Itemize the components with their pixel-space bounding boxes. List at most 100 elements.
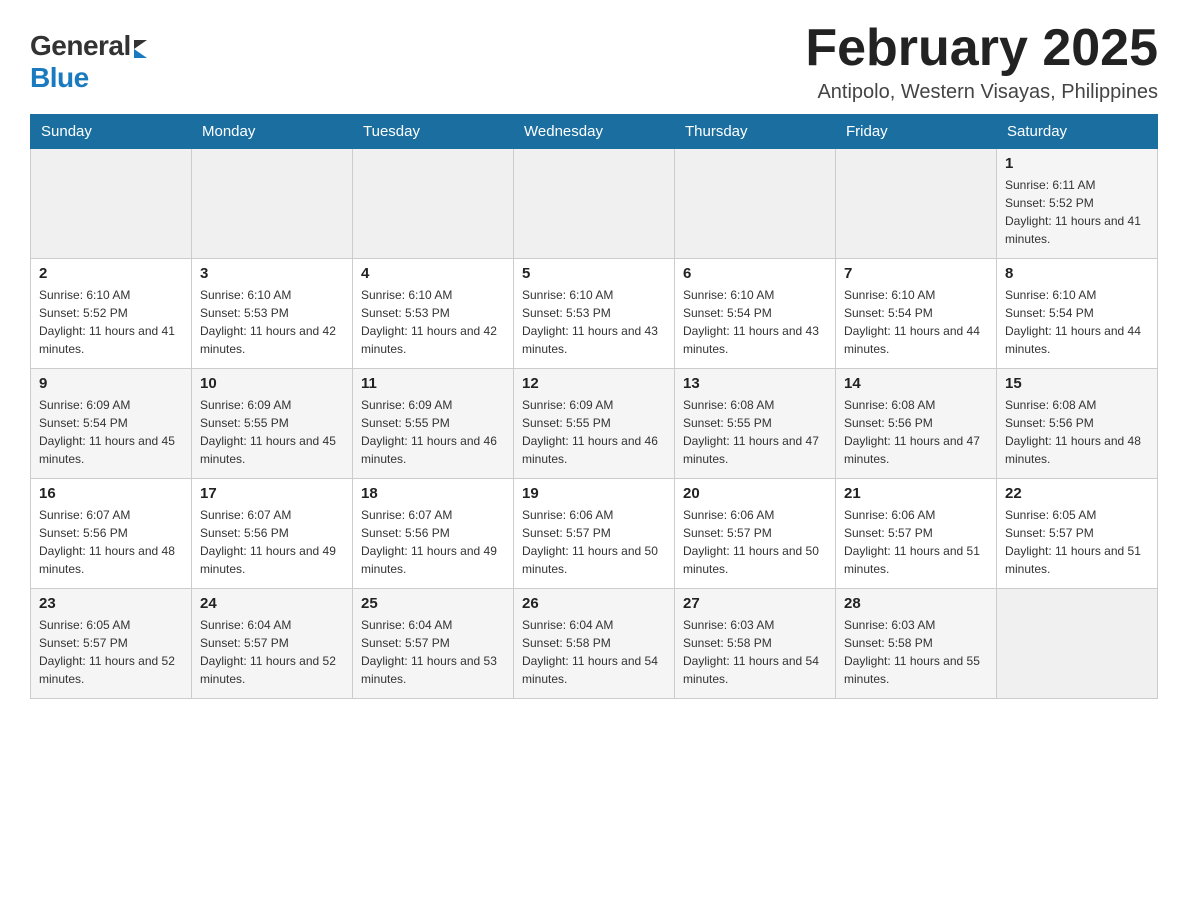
day-number: 21 [844, 485, 988, 502]
calendar-cell: 11 Sunrise: 6:09 AM Sunset: 5:55 PM Dayli… [353, 369, 514, 479]
calendar-cell: 14Sunrise: 6:08 AM Sunset: 5:56 PM Dayli… [836, 369, 997, 479]
calendar-cell [31, 149, 192, 259]
day-number: 13 [683, 375, 827, 392]
calendar-cell: 12 Sunrise: 6:09 AM Sunset: 5:55 PM Dayli… [514, 369, 675, 479]
calendar-cell: 27 Sunrise: 6:03 AM Sunset: 5:58 PM Dayli… [675, 589, 836, 699]
calendar-cell: 4 Sunrise: 6:10 AM Sunset: 5:53 PM Daylig… [353, 259, 514, 369]
day-number: 12 [522, 375, 666, 392]
day-number: 16 [39, 485, 183, 502]
day-info: Sunrise: 6:04 AM Sunset: 5:57 PM Dayligh… [200, 616, 344, 688]
page-header: General Blue February 2025 Antipolo, Wes… [30, 20, 1158, 104]
day-number: 24 [200, 595, 344, 612]
day-info: Sunrise: 6:07 AM Sunset: 5:56 PM Dayligh… [200, 506, 344, 578]
day-number: 7 [844, 265, 988, 282]
day-of-week-header: Thursday [675, 115, 836, 149]
day-info: Sunrise: 6:03 AM Sunset: 5:58 PM Dayligh… [844, 616, 988, 688]
week-row: 23Sunrise: 6:05 AM Sunset: 5:57 PM Dayli… [31, 589, 1158, 699]
day-number: 2 [39, 265, 183, 282]
calendar-cell: 3Sunrise: 6:10 AM Sunset: 5:53 PM Daylig… [192, 259, 353, 369]
day-number: 18 [361, 485, 505, 502]
day-info: Sunrise: 6:03 AM Sunset: 5:58 PM Dayligh… [683, 616, 827, 688]
day-info: Sunrise: 6:10 AM Sunset: 5:52 PM Dayligh… [39, 286, 183, 358]
calendar-cell: 22Sunrise: 6:05 AM Sunset: 5:57 PM Dayli… [997, 479, 1158, 589]
day-number: 20 [683, 485, 827, 502]
day-number: 10 [200, 375, 344, 392]
day-info: Sunrise: 6:08 AM Sunset: 5:56 PM Dayligh… [1005, 396, 1149, 468]
day-info: Sunrise: 6:10 AM Sunset: 5:53 PM Dayligh… [522, 286, 666, 358]
title-section: February 2025 Antipolo, Western Visayas,… [805, 20, 1158, 104]
calendar-cell: 10 Sunrise: 6:09 AM Sunset: 5:55 PM Dayli… [192, 369, 353, 479]
week-row: 9 Sunrise: 6:09 AM Sunset: 5:54 PM Daylig… [31, 369, 1158, 479]
day-info: Sunrise: 6:06 AM Sunset: 5:57 PM Dayligh… [844, 506, 988, 578]
day-of-week-header: Wednesday [514, 115, 675, 149]
calendar-cell: 24 Sunrise: 6:04 AM Sunset: 5:57 PM Dayli… [192, 589, 353, 699]
logo: General Blue [30, 20, 147, 94]
day-number: 14 [844, 375, 988, 392]
calendar-cell [353, 149, 514, 259]
day-number: 27 [683, 595, 827, 612]
calendar-cell: 7 Sunrise: 6:10 AM Sunset: 5:54 PM Daylig… [836, 259, 997, 369]
day-number: 9 [39, 375, 183, 392]
day-info: Sunrise: 6:09 AM Sunset: 5:55 PM Dayligh… [361, 396, 505, 468]
day-of-week-header: Tuesday [353, 115, 514, 149]
day-of-week-header: Monday [192, 115, 353, 149]
calendar-header-row: SundayMondayTuesdayWednesdayThursdayFrid… [31, 115, 1158, 149]
day-number: 8 [1005, 265, 1149, 282]
week-row: 2 Sunrise: 6:10 AM Sunset: 5:52 PM Daylig… [31, 259, 1158, 369]
calendar-cell: 23Sunrise: 6:05 AM Sunset: 5:57 PM Dayli… [31, 589, 192, 699]
day-info: Sunrise: 6:10 AM Sunset: 5:53 PM Dayligh… [361, 286, 505, 358]
calendar-cell: 20 Sunrise: 6:06 AM Sunset: 5:57 PM Dayli… [675, 479, 836, 589]
calendar-cell: 26Sunrise: 6:04 AM Sunset: 5:58 PM Dayli… [514, 589, 675, 699]
day-info: Sunrise: 6:07 AM Sunset: 5:56 PM Dayligh… [361, 506, 505, 578]
calendar-cell: 15 Sunrise: 6:08 AM Sunset: 5:56 PM Dayli… [997, 369, 1158, 479]
day-info: Sunrise: 6:04 AM Sunset: 5:57 PM Dayligh… [361, 616, 505, 688]
calendar-cell: 9 Sunrise: 6:09 AM Sunset: 5:54 PM Daylig… [31, 369, 192, 479]
day-number: 3 [200, 265, 344, 282]
day-number: 1 [1005, 155, 1149, 172]
calendar-cell [836, 149, 997, 259]
calendar-cell: 13 Sunrise: 6:08 AM Sunset: 5:55 PM Dayli… [675, 369, 836, 479]
logo-blue-text: Blue [30, 62, 89, 94]
day-of-week-header: Saturday [997, 115, 1158, 149]
day-info: Sunrise: 6:05 AM Sunset: 5:57 PM Dayligh… [1005, 506, 1149, 578]
calendar-cell: 18 Sunrise: 6:07 AM Sunset: 5:56 PM Dayli… [353, 479, 514, 589]
day-number: 11 [361, 375, 505, 392]
week-row: 1 Sunrise: 6:11 AM Sunset: 5:52 PM Daylig… [31, 149, 1158, 259]
day-info: Sunrise: 6:06 AM Sunset: 5:57 PM Dayligh… [683, 506, 827, 578]
day-info: Sunrise: 6:09 AM Sunset: 5:55 PM Dayligh… [200, 396, 344, 468]
calendar-cell: 28Sunrise: 6:03 AM Sunset: 5:58 PM Dayli… [836, 589, 997, 699]
day-info: Sunrise: 6:09 AM Sunset: 5:55 PM Dayligh… [522, 396, 666, 468]
calendar-cell: 21 Sunrise: 6:06 AM Sunset: 5:57 PM Dayli… [836, 479, 997, 589]
day-number: 19 [522, 485, 666, 502]
week-row: 16 Sunrise: 6:07 AM Sunset: 5:56 PM Dayli… [31, 479, 1158, 589]
calendar-table: SundayMondayTuesdayWednesdayThursdayFrid… [30, 114, 1158, 699]
calendar-cell: 6 Sunrise: 6:10 AM Sunset: 5:54 PM Daylig… [675, 259, 836, 369]
calendar-cell [997, 589, 1158, 699]
day-number: 15 [1005, 375, 1149, 392]
day-info: Sunrise: 6:06 AM Sunset: 5:57 PM Dayligh… [522, 506, 666, 578]
calendar-cell [675, 149, 836, 259]
day-info: Sunrise: 6:11 AM Sunset: 5:52 PM Dayligh… [1005, 176, 1149, 248]
day-number: 4 [361, 265, 505, 282]
day-of-week-header: Friday [836, 115, 997, 149]
day-of-week-header: Sunday [31, 115, 192, 149]
logo-general-text: General [30, 30, 131, 62]
day-info: Sunrise: 6:07 AM Sunset: 5:56 PM Dayligh… [39, 506, 183, 578]
calendar-cell: 5Sunrise: 6:10 AM Sunset: 5:53 PM Daylig… [514, 259, 675, 369]
day-info: Sunrise: 6:04 AM Sunset: 5:58 PM Dayligh… [522, 616, 666, 688]
calendar-cell [514, 149, 675, 259]
day-info: Sunrise: 6:05 AM Sunset: 5:57 PM Dayligh… [39, 616, 183, 688]
day-info: Sunrise: 6:10 AM Sunset: 5:54 PM Dayligh… [1005, 286, 1149, 358]
calendar-cell: 19 Sunrise: 6:06 AM Sunset: 5:57 PM Dayli… [514, 479, 675, 589]
calendar-cell: 25 Sunrise: 6:04 AM Sunset: 5:57 PM Dayli… [353, 589, 514, 699]
month-year-title: February 2025 [805, 20, 1158, 77]
calendar-cell: 2 Sunrise: 6:10 AM Sunset: 5:52 PM Daylig… [31, 259, 192, 369]
day-info: Sunrise: 6:09 AM Sunset: 5:54 PM Dayligh… [39, 396, 183, 468]
location-subtitle: Antipolo, Western Visayas, Philippines [805, 81, 1158, 104]
day-info: Sunrise: 6:08 AM Sunset: 5:55 PM Dayligh… [683, 396, 827, 468]
day-info: Sunrise: 6:10 AM Sunset: 5:54 PM Dayligh… [844, 286, 988, 358]
calendar-cell [192, 149, 353, 259]
day-number: 6 [683, 265, 827, 282]
day-info: Sunrise: 6:10 AM Sunset: 5:54 PM Dayligh… [683, 286, 827, 358]
day-number: 25 [361, 595, 505, 612]
